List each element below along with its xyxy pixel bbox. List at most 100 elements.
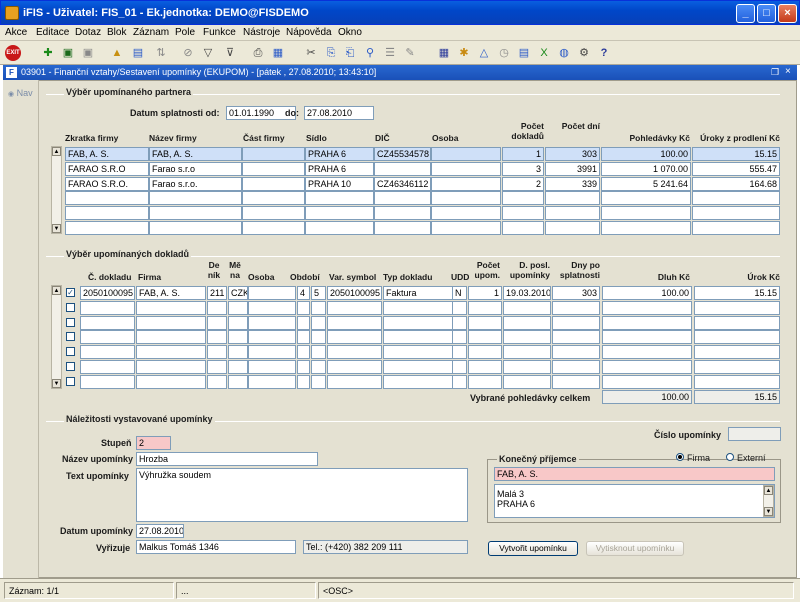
menu-pole[interactable]: Pole (175, 27, 195, 38)
partner-cell[interactable]: Farao s.r.o. (149, 176, 242, 191)
calendar-icon[interactable]: ▤ (516, 45, 532, 61)
doc-cell[interactable] (207, 300, 227, 315)
doc-cell[interactable] (552, 315, 600, 330)
doc-cell[interactable]: 5 (311, 286, 326, 300)
menu-funkce[interactable]: Funkce (203, 27, 236, 38)
doc-cell[interactable] (228, 374, 248, 389)
partner-cell[interactable] (601, 206, 691, 221)
partner-cell[interactable]: CZ45534578 (374, 147, 431, 161)
partner-cell[interactable] (149, 221, 242, 235)
doc-cell[interactable] (383, 315, 453, 330)
radio-firma[interactable] (676, 453, 684, 461)
doc-cell[interactable] (327, 360, 382, 374)
doc-cell[interactable]: 15.15 (694, 286, 780, 300)
settings-icon[interactable]: ⚙ (576, 45, 592, 61)
paste-icon[interactable]: ⎗ (342, 45, 358, 61)
doc-cell[interactable] (311, 345, 326, 360)
partner-cell[interactable] (305, 221, 374, 235)
partner-cell[interactable]: 5 241.64 (601, 176, 691, 191)
partner-cell[interactable] (545, 206, 600, 221)
doc-cell[interactable]: 4 (297, 286, 310, 300)
partner-cell[interactable] (545, 191, 600, 206)
doc-cell[interactable] (468, 315, 502, 330)
scroll-up-icon[interactable]: ▲ (52, 286, 61, 295)
scroll-down-icon[interactable]: ▼ (52, 379, 61, 388)
create-reminder-button[interactable]: Vytvořit upomínku (488, 541, 578, 556)
doc-cell[interactable] (468, 360, 502, 374)
text-input[interactable]: Výhružka soudem (136, 468, 468, 522)
doc-cell[interactable] (327, 300, 382, 315)
doc-cell[interactable] (552, 330, 600, 345)
doc-cell[interactable] (207, 330, 227, 345)
doc-cell[interactable] (383, 330, 453, 345)
partner-cell[interactable] (242, 206, 305, 221)
doc-cell[interactable] (228, 300, 248, 315)
partner-cell[interactable] (374, 161, 431, 176)
prijemce-name[interactable]: FAB, A. S. (494, 467, 775, 481)
doc-cell[interactable] (602, 360, 692, 374)
partner-cell[interactable] (149, 206, 242, 221)
doc-cell[interactable] (136, 345, 206, 360)
restore-icon[interactable]: ❐ (771, 67, 779, 78)
partner-cell[interactable]: FARAO S.R.O (65, 161, 149, 176)
close-button[interactable]: × (778, 4, 797, 23)
doc-cell[interactable]: 19.03.2010 (503, 286, 551, 300)
cislo-input[interactable] (728, 427, 781, 441)
doc-cell[interactable] (136, 330, 206, 345)
doc-cell[interactable] (452, 360, 467, 374)
doc-cell[interactable] (468, 345, 502, 360)
doc-cell[interactable] (228, 360, 248, 374)
scroll-up-icon[interactable]: ▲ (52, 147, 61, 156)
partner-cell[interactable] (692, 191, 780, 206)
filter-funnel-icon[interactable]: ⊽ (222, 45, 238, 61)
partner-cell[interactable] (431, 176, 501, 191)
menu-okno[interactable]: Okno (338, 27, 362, 38)
doc-cell[interactable] (80, 300, 135, 315)
doc-cell[interactable] (552, 374, 600, 389)
doc-cell[interactable] (452, 315, 467, 330)
partner-cell[interactable]: 164.68 (692, 176, 780, 191)
partner-cell[interactable]: 303 (545, 147, 600, 161)
partner-cell[interactable]: FARAO S.R.O. (65, 176, 149, 191)
row-checkbox[interactable] (66, 376, 75, 386)
doc-cell[interactable] (694, 315, 780, 330)
doc-cell[interactable] (136, 300, 206, 315)
partner-cell[interactable] (502, 221, 544, 235)
navigation-icon[interactable]: △ (476, 45, 492, 61)
insert-record-icon[interactable]: ✚ (40, 45, 56, 61)
menu-akce[interactable]: Akce (5, 27, 27, 38)
doc-cell[interactable] (207, 345, 227, 360)
doc-cell[interactable] (503, 315, 551, 330)
doc-cell[interactable] (248, 374, 296, 389)
partner-cell[interactable] (601, 221, 691, 235)
nav-label[interactable]: ◉ Nav (8, 88, 33, 98)
doc-cell[interactable] (503, 360, 551, 374)
doc-cell[interactable] (452, 300, 467, 315)
save-icon[interactable]: ▣ (60, 45, 76, 61)
lock-icon[interactable]: ▲ (109, 45, 125, 61)
doc-cell[interactable] (207, 360, 227, 374)
doc-cell[interactable] (327, 315, 382, 330)
doc-cell[interactable]: 2050100095 (80, 286, 135, 300)
help-icon[interactable]: ? (596, 45, 612, 61)
partner-cell[interactable]: 100.00 (601, 147, 691, 161)
print-icon[interactable]: ⎙ (250, 45, 266, 61)
query-icon[interactable]: ▤ (130, 45, 146, 61)
partner-cell[interactable]: 2 (502, 176, 544, 191)
partner-cell[interactable] (242, 221, 305, 235)
row-checkbox[interactable] (66, 317, 75, 327)
list-icon[interactable]: ☰ (382, 45, 398, 61)
partner-cell[interactable]: PRAHA 6 (305, 161, 374, 176)
doc-cell[interactable] (552, 300, 600, 315)
partner-cell[interactable]: Farao s.r.o (149, 161, 242, 176)
partner-cell[interactable]: CZ46346112 (374, 176, 431, 191)
partner-cell[interactable]: 555.47 (692, 161, 780, 176)
partner-cell[interactable]: FAB, A. S. (149, 147, 242, 161)
partner-cell[interactable]: 1 070.00 (601, 161, 691, 176)
partner-cell[interactable]: 3 (502, 161, 544, 176)
doc-cell[interactable] (327, 345, 382, 360)
doc-cell[interactable]: 2050100095 (327, 286, 382, 300)
menu-napoveda[interactable]: Nápověda (286, 27, 332, 38)
partner-cell[interactable] (374, 221, 431, 235)
doc-cell[interactable]: FAB, A. S. (136, 286, 206, 300)
